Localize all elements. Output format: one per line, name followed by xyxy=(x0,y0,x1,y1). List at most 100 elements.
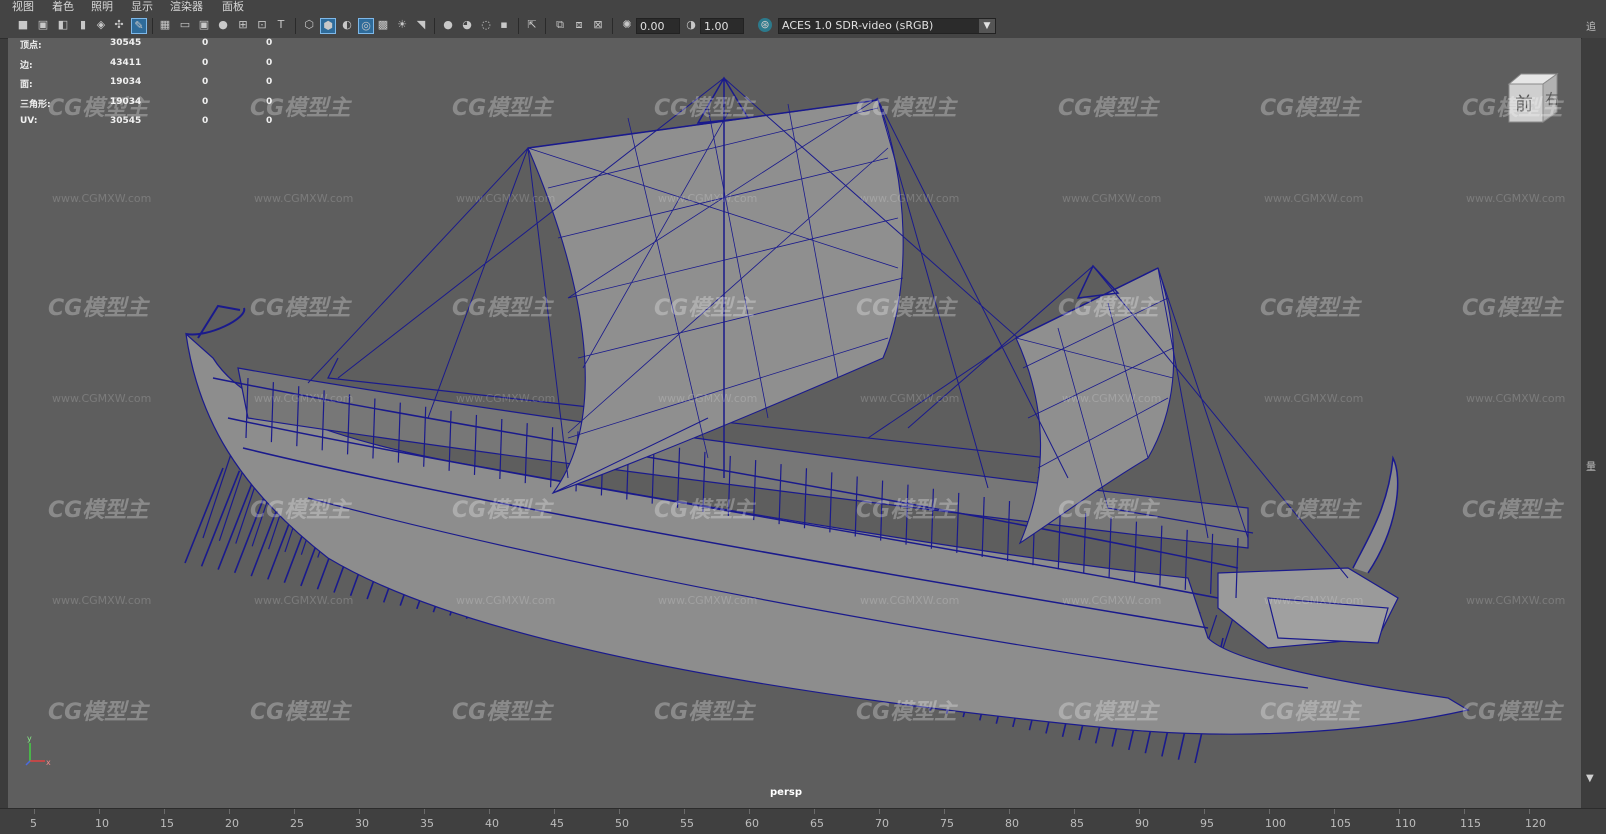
watermark-url: www.CGMXW.com xyxy=(1264,392,1364,405)
time-slider[interactable]: 5 10 15 20 25 30 35 40 45 50 55 60 65 70 75 80 85 90 95 100… xyxy=(0,808,1606,834)
depth-of-field-icon[interactable]: ▪ xyxy=(497,18,511,32)
axis-y-label: y xyxy=(27,734,32,743)
watermark-logo: CG模型主 xyxy=(1058,96,1159,121)
smooth-shade-icon[interactable]: ⬢ xyxy=(320,18,336,34)
watermark-url: www.CGMXW.com xyxy=(1264,594,1364,607)
anti-aliasing-icon[interactable]: ◌ xyxy=(479,18,493,32)
watermark-url: www.CGMXW.com xyxy=(860,392,960,405)
hud-count: 30545 xyxy=(110,38,142,48)
wireframe-on-shaded-icon[interactable]: ◎ xyxy=(358,18,374,34)
scroll-down-icon[interactable]: ▼ xyxy=(1586,773,1594,784)
watermark-logo: CG模型主 xyxy=(1058,700,1159,725)
timeline-tick xyxy=(1529,809,1530,814)
select-camera-icon[interactable]: ⇱ xyxy=(525,18,539,32)
timeline-frame-label: 15 xyxy=(160,817,174,830)
menu-lighting[interactable]: 照明 xyxy=(91,0,113,14)
default-material-icon[interactable]: ◐ xyxy=(340,18,354,32)
menu-panels[interactable]: 面板 xyxy=(222,0,244,14)
watermark-logo: CG模型主 xyxy=(452,498,553,523)
watermark-url: www.CGMXW.com xyxy=(658,594,758,607)
timeline-tick xyxy=(879,809,880,814)
timeline-tick xyxy=(1204,809,1205,814)
timeline-frame-label: 100 xyxy=(1265,817,1286,830)
menu-shading[interactable]: 着色 xyxy=(52,0,74,14)
timeline-tick xyxy=(229,809,230,814)
watermark-logo: CG模型主 xyxy=(48,700,149,725)
gate-mask-icon[interactable]: ● xyxy=(216,18,230,32)
hud-extra: 0 xyxy=(266,38,273,48)
view-transform-dropdown[interactable]: ACES 1.0 SDR-video (sRGB) ▼ xyxy=(778,18,996,34)
exposure-field[interactable]: 0.00 xyxy=(636,18,680,34)
field-chart-icon[interactable]: ⊞ xyxy=(236,18,250,32)
bookmark-icon[interactable]: ▮ xyxy=(76,18,90,32)
menu-renderer[interactable]: 渲染器 xyxy=(170,0,203,14)
gamma-field[interactable]: 1.00 xyxy=(700,18,744,34)
timeline-frame-label: 105 xyxy=(1330,817,1351,830)
film-gate-icon[interactable]: ▭ xyxy=(178,18,192,32)
watermark-url: www.CGMXW.com xyxy=(1466,594,1566,607)
lights-icon[interactable]: ☀ xyxy=(395,18,409,32)
menu-view[interactable]: 视图 xyxy=(12,0,34,14)
camera-icon[interactable]: ■ xyxy=(16,18,30,32)
watermark-logo: CG模型主 xyxy=(1260,96,1361,121)
grease-pencil-icon[interactable]: ✎ xyxy=(131,18,147,34)
timeline-tick xyxy=(1269,809,1270,814)
watermark-url: www.CGMXW.com xyxy=(1062,192,1162,205)
resolution-gate-icon[interactable]: ▣ xyxy=(197,18,211,32)
timeline-frame-label: 110 xyxy=(1395,817,1416,830)
watermark-logo: CG模型主 xyxy=(250,498,351,523)
hud-label: 面: xyxy=(20,80,33,90)
watermark-logo: CG模型主 xyxy=(1260,700,1361,725)
timeline-frame-label: 50 xyxy=(615,817,629,830)
watermark-url: www.CGMXW.com xyxy=(658,192,758,205)
gamma-icon[interactable]: ◑ xyxy=(684,18,698,32)
watermark-logo: CG模型主 xyxy=(250,700,351,725)
menu-bar: 视图 着色 照明 显示 渲染器 面板 xyxy=(0,0,1606,14)
ship-wireframe-model[interactable]: y x xyxy=(8,38,1581,808)
watermark-logo: CG模型主 xyxy=(250,96,351,121)
watermark-url: www.CGMXW.com xyxy=(456,192,556,205)
watermark-url: www.CGMXW.com xyxy=(456,392,556,405)
timeline-tick xyxy=(1074,809,1075,814)
watermark-url: www.CGMXW.com xyxy=(52,392,152,405)
color-management-icon[interactable]: ⊛ xyxy=(758,18,772,32)
watermark-logo: CG模型主 xyxy=(1462,96,1563,121)
2d-pan-icon[interactable]: ✣ xyxy=(112,18,126,32)
timeline-tick xyxy=(34,809,35,814)
side-panel-glyph: 量 xyxy=(1586,462,1596,473)
xray-icon[interactable]: ⧈ xyxy=(572,18,586,32)
grid-icon[interactable]: ▦ xyxy=(158,18,172,32)
textured-icon[interactable]: ▩ xyxy=(376,18,390,32)
motion-blur-icon[interactable]: ◕ xyxy=(460,18,474,32)
watermark-logo: CG模型主 xyxy=(654,96,755,121)
exposure-icon[interactable]: ✺ xyxy=(620,18,634,32)
watermark-logo: CG模型主 xyxy=(654,296,755,321)
menu-show[interactable]: 显示 xyxy=(131,0,153,14)
timeline-frame-label: 20 xyxy=(225,817,239,830)
timeline-frame-label: 60 xyxy=(745,817,759,830)
timeline-frame-label: 70 xyxy=(875,817,889,830)
camera-attributes-icon[interactable]: ▣ xyxy=(36,18,50,32)
hud-count: 19034 xyxy=(110,77,142,87)
watermark-logo: CG模型主 xyxy=(1058,498,1159,523)
safe-title-icon[interactable]: T xyxy=(274,18,288,32)
ambient-occlusion-icon[interactable]: ● xyxy=(441,18,455,32)
timeline-tick xyxy=(489,809,490,814)
watermark-url: www.CGMXW.com xyxy=(52,594,152,607)
timeline-frame-label: 55 xyxy=(680,817,694,830)
watermark-logo: CG模型主 xyxy=(1462,700,1563,725)
watermark-logo: CG模型主 xyxy=(856,498,957,523)
bookmark-camera-icon[interactable]: ◧ xyxy=(56,18,70,32)
hud-selected: 0 xyxy=(202,57,209,68)
perspective-viewport[interactable]: y x 顶点: 30545 0 0 边: 43411 0 0 面: 19034 0 0 三角形: 1903… xyxy=(8,38,1581,808)
safe-action-icon[interactable]: ⊡ xyxy=(255,18,269,32)
hud-extra: 0 xyxy=(266,57,273,68)
xray-joints-icon[interactable]: ⊠ xyxy=(591,18,605,32)
isolate-select-icon[interactable]: ⧉ xyxy=(553,18,567,32)
hud-selected: 0 xyxy=(202,116,209,126)
watermark-logo: CG模型主 xyxy=(1260,498,1361,523)
wireframe-icon[interactable]: ⬡ xyxy=(302,18,316,32)
image-plane-icon[interactable]: ◈ xyxy=(94,18,108,32)
chevron-down-icon[interactable]: ▼ xyxy=(979,19,995,33)
shadows-icon[interactable]: ◥ xyxy=(414,18,428,32)
